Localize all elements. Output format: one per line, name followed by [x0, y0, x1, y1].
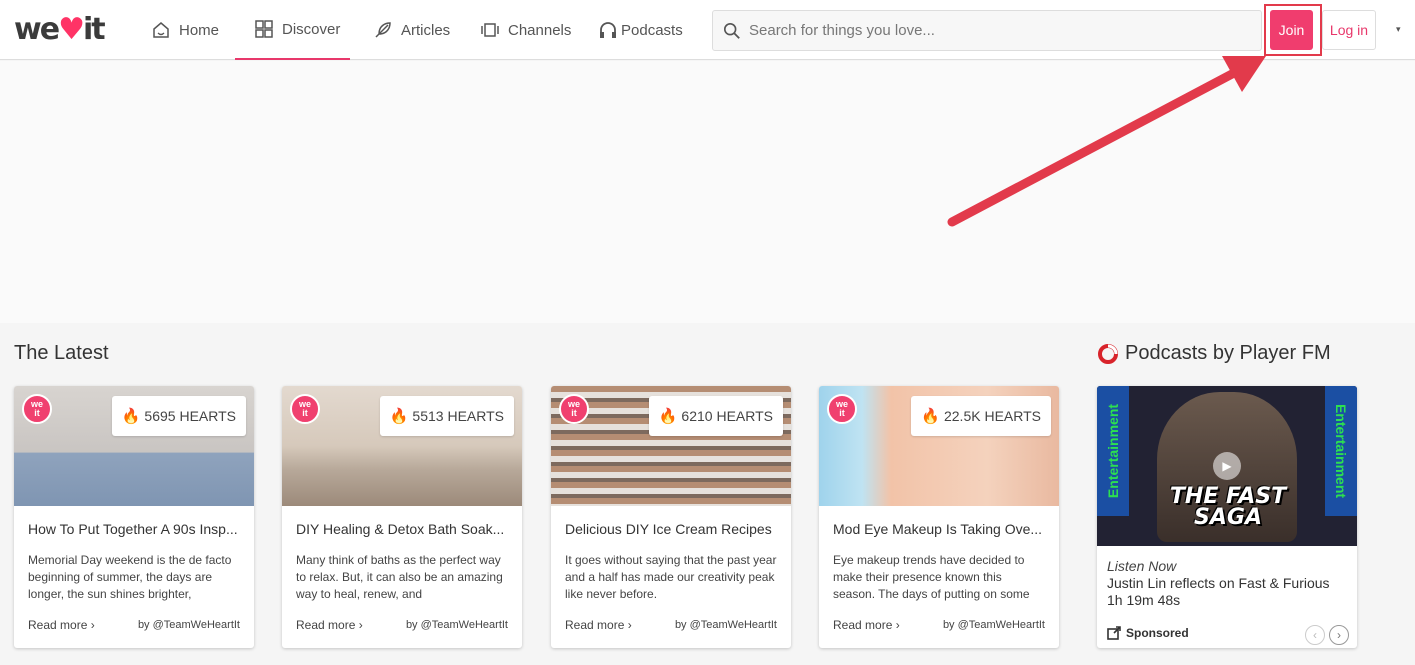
weheartit-logo[interactable]: we♥it	[14, 12, 106, 47]
article-card[interactable]: we it 🔥 5695 HEARTS How To Put Together A …	[14, 386, 254, 648]
nav-articles-label: Articles	[401, 21, 451, 39]
section-title-latest: The Latest	[14, 342, 109, 364]
nav-discover[interactable]: Discover	[235, 0, 350, 60]
card-excerpt: Eye makeup trends have decided to make t…	[833, 553, 1030, 601]
ad-placeholder	[0, 61, 1415, 323]
card-excerpt: Many think of baths as the perfect way t…	[296, 553, 503, 601]
article-card[interactable]: we it 🔥 6210 HEARTS Delicious DIY Ice Crea…	[551, 386, 791, 648]
nav-home[interactable]: Home	[151, 0, 219, 60]
logo-text-it: it	[82, 12, 106, 47]
card-author[interactable]: by @TeamWeHeartIt	[675, 619, 777, 631]
headphones-icon	[600, 22, 616, 38]
podcast-art-caption: THE FAST SAGA	[1169, 484, 1287, 530]
hearts-count-badge: 🔥 6210 HEARTS	[648, 396, 783, 436]
card-title[interactable]: Delicious DIY Ice Cream Recipes	[565, 521, 780, 537]
card-excerpt: It goes without saying that the past yea…	[565, 553, 777, 601]
hearts-count: 5513 HEARTS	[412, 408, 504, 424]
band-text-right: Entertainment	[1333, 403, 1349, 499]
flame-icon: 🔥	[658, 408, 678, 425]
card-image[interactable]: we it 🔥 5513 HEARTS	[282, 386, 522, 506]
hearts-count: 5695 HEARTS	[144, 408, 236, 424]
read-more-link[interactable]: Read more ›	[28, 618, 95, 632]
card-author[interactable]: by @TeamWeHeartIt	[138, 619, 240, 631]
nav-discover-label: Discover	[282, 20, 341, 38]
hearts-count: 22.5K HEARTS	[943, 408, 1041, 424]
section-title-podcasts: Podcasts by Player FM	[1097, 342, 1331, 365]
entertainment-band-right: Entertainment	[1325, 386, 1357, 516]
nav-channels[interactable]: Channels	[480, 0, 571, 60]
podcast-card[interactable]: Entertainment Entertainment ▶ THE FAST S…	[1097, 386, 1357, 648]
nav-podcasts-label: Podcasts	[621, 21, 683, 39]
read-more-link[interactable]: Read more ›	[565, 618, 632, 632]
flame-icon: 🔥	[921, 408, 940, 425]
card-title[interactable]: Mod Eye Makeup Is Taking Ove...	[833, 521, 1048, 537]
podcasts-title-text: Podcasts by Player FM	[1125, 342, 1331, 364]
episode-info[interactable]: Justin Lin reflects on Fast & Furious 1h…	[1107, 575, 1352, 609]
flame-icon: 🔥	[121, 408, 141, 425]
weheartit-badge-icon: we it	[827, 394, 857, 424]
listen-now-label: Listen Now	[1107, 558, 1177, 574]
sponsored-text: Sponsored	[1126, 626, 1189, 640]
read-more-link[interactable]: Read more ›	[833, 618, 900, 632]
card-excerpt: Memorial Day weekend is the de facto beg…	[28, 553, 232, 601]
hearts-count-badge: 🔥 5513 HEARTS	[379, 396, 514, 436]
card-image[interactable]: we it 🔥 22.5K HEARTS	[819, 386, 1059, 506]
card-title[interactable]: DIY Healing & Detox Bath Soak...	[296, 521, 511, 537]
flame-icon: 🔥	[389, 408, 409, 425]
top-header: we♥it Home Discover Articles Channels Po…	[0, 0, 1415, 60]
external-link-icon	[1107, 626, 1121, 640]
search-icon	[723, 22, 740, 39]
nav-podcasts[interactable]: Podcasts	[598, 0, 683, 60]
search-input[interactable]	[749, 22, 1229, 39]
sponsored-label: Sponsored	[1107, 626, 1189, 640]
podcast-artwork[interactable]: Entertainment Entertainment ▶ THE FAST S…	[1097, 386, 1357, 546]
weheartit-badge-icon: we it	[559, 394, 589, 424]
carousel-prev-button[interactable]: ‹	[1305, 625, 1325, 645]
nav-articles[interactable]: Articles	[373, 0, 450, 60]
episode-duration: 1h 19m 48s	[1107, 592, 1181, 608]
join-button[interactable]: Join	[1270, 10, 1313, 50]
entertainment-band-left: Entertainment	[1097, 386, 1129, 516]
card-title[interactable]: How To Put Together A 90s Insp...	[28, 521, 243, 537]
card-author[interactable]: by @TeamWeHeartIt	[943, 619, 1045, 631]
weheartit-badge-icon: we it	[290, 394, 320, 424]
hearts-count: 6210 HEARTS	[681, 408, 773, 424]
channels-icon	[481, 23, 499, 37]
episode-title[interactable]: Justin Lin reflects on Fast & Furious	[1107, 575, 1352, 592]
home-icon	[153, 22, 169, 38]
hearts-count-badge: 🔥 22.5K HEARTS	[911, 396, 1051, 436]
nav-home-label: Home	[179, 21, 220, 39]
player-fm-icon	[1098, 343, 1118, 364]
menu-caret-icon[interactable]: ▾	[1396, 24, 1401, 35]
heart-icon: ♥	[58, 12, 85, 47]
card-image[interactable]: we it 🔥 6210 HEARTS	[551, 386, 791, 506]
band-text-left: Entertainment	[1105, 403, 1121, 499]
hearts-count-badge: 🔥 5695 HEARTS	[111, 396, 246, 436]
grid-icon	[255, 20, 273, 38]
read-more-link[interactable]: Read more ›	[296, 618, 363, 632]
article-card[interactable]: we it 🔥 22.5K HEARTS Mod Eye Makeup Is Tak…	[819, 386, 1059, 648]
login-button[interactable]: Log in	[1322, 10, 1376, 50]
feather-icon	[375, 22, 391, 38]
logo-text-we: we	[14, 12, 60, 47]
play-icon[interactable]: ▶	[1213, 452, 1241, 480]
weheartit-badge-icon: we it	[22, 394, 52, 424]
search-bar	[712, 10, 1262, 51]
nav-channels-label: Channels	[508, 21, 572, 39]
card-author[interactable]: by @TeamWeHeartIt	[406, 619, 508, 631]
carousel-next-button[interactable]: ›	[1329, 625, 1349, 645]
article-card[interactable]: we it 🔥 5513 HEARTS DIY Healing & Detox Ba…	[282, 386, 522, 648]
card-image[interactable]: we it 🔥 5695 HEARTS	[14, 386, 254, 506]
